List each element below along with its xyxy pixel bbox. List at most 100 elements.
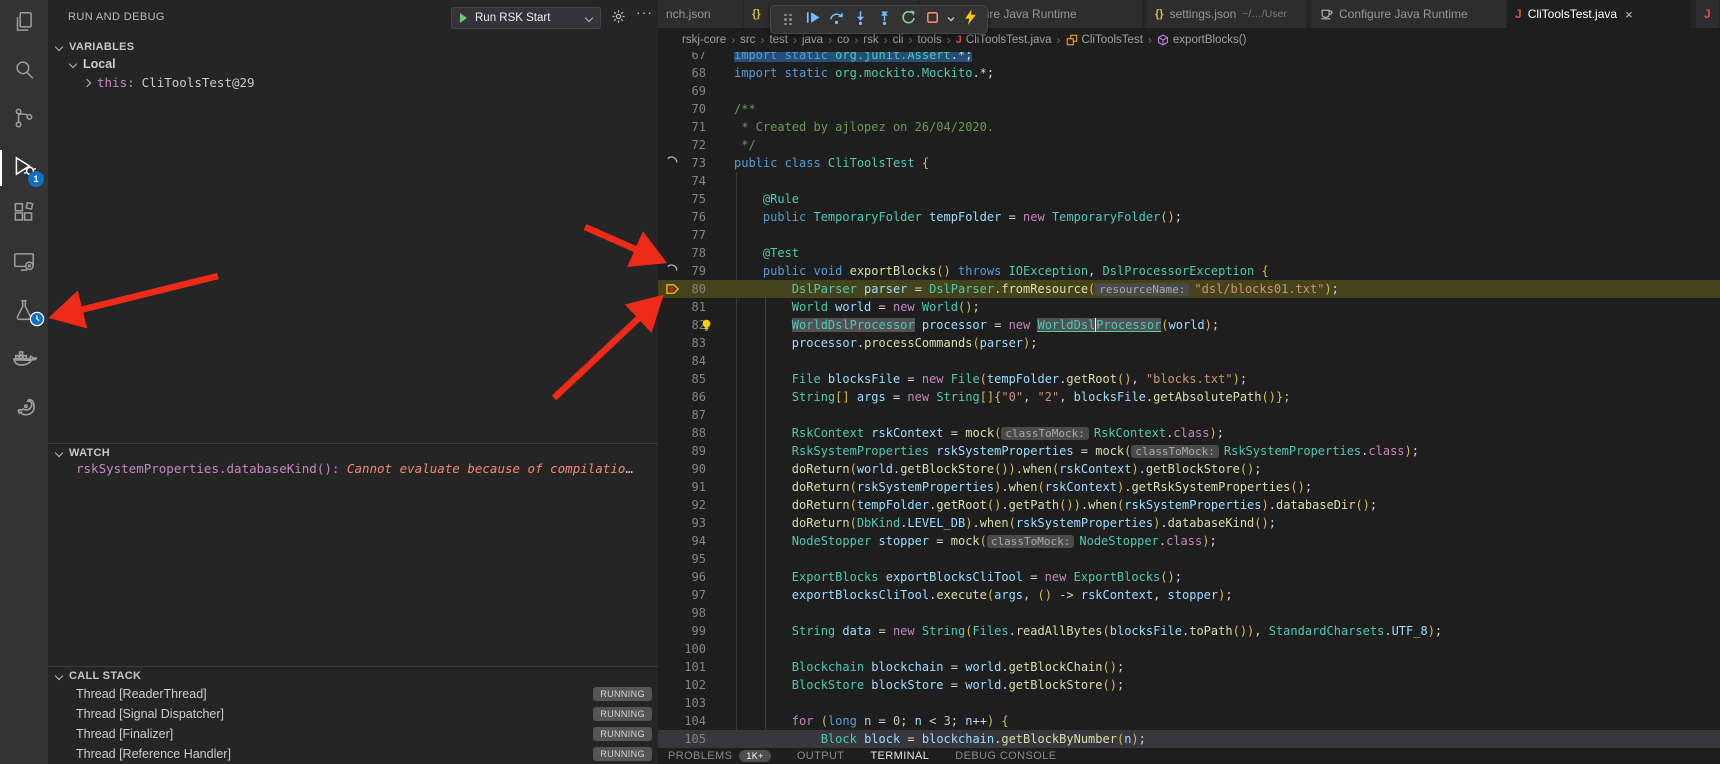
code-line-69[interactable]: 69	[658, 82, 1720, 100]
stop-dropdown-button[interactable]	[944, 8, 958, 32]
gutter-icon-cell[interactable]	[658, 82, 684, 100]
code-line-76[interactable]: 76 public TemporaryFolder tempFolder = n…	[658, 208, 1720, 226]
variables-scope-local[interactable]: Local	[70, 57, 116, 71]
gutter-icon-cell[interactable]	[658, 64, 684, 82]
call-stack-thread[interactable]: Thread [ReaderThread]RUNNING	[48, 684, 658, 704]
call-stack-section-header[interactable]: CALL STACK	[48, 667, 658, 685]
gutter-icon-cell[interactable]	[658, 52, 684, 64]
gutter-icon-cell[interactable]	[658, 694, 684, 712]
code-line-67[interactable]: 67import static org.junit.Assert.*;	[658, 52, 1720, 64]
code-line-105[interactable]: 105 Block block = blockchain.getBlockByN…	[658, 730, 1720, 748]
gutter-icon-cell[interactable]	[658, 568, 684, 586]
step-into-button[interactable]	[848, 8, 872, 32]
breadcrumb-item-clitoolstest-java[interactable]: JCliToolsTest.java	[956, 34, 1052, 46]
code-line-94[interactable]: 94 NodeStopper stopper = mock(classToMoc…	[658, 532, 1720, 550]
gutter-icon-cell[interactable]	[658, 514, 684, 532]
gutter-icon-cell[interactable]	[658, 622, 684, 640]
code-line-72[interactable]: 72 */	[658, 136, 1720, 154]
breadcrumb-item-cli[interactable]: cli	[893, 34, 904, 46]
code-line-97[interactable]: 97 exportBlocksCliTool.execute(args, () …	[658, 586, 1720, 604]
gutter-icon-cell[interactable]	[658, 730, 684, 748]
code-line-85[interactable]: 85 File blocksFile = new File(tempFolder…	[658, 370, 1720, 388]
test-running-spinner-icon[interactable]	[665, 264, 678, 282]
activity-item-explorer[interactable]	[0, 0, 48, 48]
code-line-73[interactable]: 73public class CliToolsTest {	[658, 154, 1720, 172]
breadcrumb-item-co[interactable]: co	[837, 34, 849, 46]
code-line-102[interactable]: 102 BlockStore blockStore = world.getBlo…	[658, 676, 1720, 694]
activity-item-docker[interactable]	[0, 336, 48, 384]
gutter-icon-cell[interactable]	[658, 244, 684, 262]
gutter-icon-cell[interactable]	[658, 550, 684, 568]
tab-clitoolstest-java[interactable]: JCliToolsTest.java×	[1507, 0, 1692, 28]
gutter-icon-cell[interactable]	[658, 388, 684, 406]
variable-this[interactable]: this: CliToolsTest@29	[84, 75, 255, 90]
gutter-icon-cell[interactable]	[658, 352, 684, 370]
run-config-dropdown[interactable]: Run RSK Start	[451, 7, 601, 29]
code-line-86[interactable]: 86 String[] args = new String[]{"0", "2"…	[658, 388, 1720, 406]
breadcrumb-item-tools[interactable]: tools	[917, 34, 941, 46]
code-line-78[interactable]: 78 @Test	[658, 244, 1720, 262]
close-icon[interactable]: ×	[1625, 7, 1633, 22]
continue-button[interactable]	[800, 8, 824, 32]
code-editor[interactable]: 67import static org.junit.Assert.*;68imp…	[658, 52, 1720, 748]
gutter-icon-cell[interactable]	[658, 208, 684, 226]
activity-item-remote-explorer[interactable]	[0, 240, 48, 288]
breadcrumb-item-exportblocks-[interactable]: exportBlocks()	[1157, 34, 1247, 46]
variables-section-header[interactable]: VARIABLES	[48, 38, 658, 56]
code-line-99[interactable]: 99 String data = new String(Files.readAl…	[658, 622, 1720, 640]
breadcrumb-item-rskj-core[interactable]: rskj-core	[682, 34, 726, 46]
code-line-104[interactable]: 104 for (long n = 0; n < 3; n++) {	[658, 712, 1720, 730]
gutter-icon-cell[interactable]	[658, 100, 684, 118]
gutter-icon-cell[interactable]	[658, 154, 684, 172]
panel-tab-terminal[interactable]: TERMINAL	[870, 748, 929, 762]
gutter-icon-cell[interactable]	[658, 190, 684, 208]
debug-toolbar-drag-grip[interactable]	[776, 8, 800, 32]
gutter-icon-cell[interactable]	[658, 676, 684, 694]
activity-item-extensions[interactable]	[0, 192, 48, 240]
code-line-75[interactable]: 75 @Rule	[658, 190, 1720, 208]
code-line-101[interactable]: 101 Blockchain blockchain = world.getBlo…	[658, 658, 1720, 676]
gear-icon[interactable]	[611, 9, 626, 29]
gutter-icon-cell[interactable]	[658, 172, 684, 190]
code-line-84[interactable]: 84	[658, 352, 1720, 370]
code-line-83[interactable]: 83 processor.processCommands(parser);	[658, 334, 1720, 352]
gutter-icon-cell[interactable]	[658, 406, 684, 424]
code-line-71[interactable]: 71 * Created by ajlopez on 26/04/2020.	[658, 118, 1720, 136]
call-stack-thread[interactable]: Thread [Signal Dispatcher]RUNNING	[48, 704, 658, 724]
gutter-icon-cell[interactable]	[658, 586, 684, 604]
code-line-93[interactable]: 93 doReturn(DbKind.LEVEL_DB).when(rskSys…	[658, 514, 1720, 532]
breadcrumb-item-rsk[interactable]: rsk	[863, 34, 878, 46]
tab-settings-json[interactable]: {}settings.json~/…/User	[1147, 0, 1307, 28]
breadcrumb-item-clitoolstest[interactable]: CliToolsTest	[1066, 34, 1143, 46]
activity-item-gradle[interactable]	[0, 384, 48, 432]
gutter-icon-cell[interactable]	[658, 442, 684, 460]
code-line-87[interactable]: 87	[658, 406, 1720, 424]
gutter-icon-cell[interactable]	[658, 370, 684, 388]
code-line-92[interactable]: 92 doReturn(tempFolder.getRoot().getPath…	[658, 496, 1720, 514]
code-line-103[interactable]: 103	[658, 694, 1720, 712]
more-actions-icon[interactable]: ···	[636, 4, 653, 20]
gutter-icon-cell[interactable]	[658, 532, 684, 550]
gutter-icon-cell[interactable]	[658, 226, 684, 244]
gutter-icon-cell[interactable]	[658, 496, 684, 514]
code-line-68[interactable]: 68import static org.mockito.Mockito.*;	[658, 64, 1720, 82]
gutter-icon-cell[interactable]	[658, 316, 684, 334]
panel-tab-debug-console[interactable]: DEBUG CONSOLE	[955, 748, 1056, 762]
step-out-button[interactable]	[872, 8, 896, 32]
code-line-79[interactable]: 79 public void exportBlocks() throws IOE…	[658, 262, 1720, 280]
code-line-91[interactable]: 91 doReturn(rskSystemProperties).when(rs…	[658, 478, 1720, 496]
activity-item-source-control[interactable]	[0, 96, 48, 144]
gutter-icon-cell[interactable]	[658, 118, 684, 136]
call-stack-thread[interactable]: Thread [Reference Handler]RUNNING	[48, 744, 658, 764]
gutter-icon-cell[interactable]	[658, 334, 684, 352]
gutter-icon-cell[interactable]	[658, 658, 684, 676]
watch-expression[interactable]: rskSystemProperties.databaseKind(): Cann…	[76, 461, 636, 479]
code-line-90[interactable]: 90 doReturn(world.getBlockStore()).when(…	[658, 460, 1720, 478]
gutter-icon-cell[interactable]	[658, 478, 684, 496]
breadcrumb-item-test[interactable]: test	[769, 34, 788, 46]
code-line-88[interactable]: 88 RskContext rskContext = mock(classToM…	[658, 424, 1720, 442]
code-line-74[interactable]: 74	[658, 172, 1720, 190]
call-stack-thread[interactable]: Thread [Finalizer]RUNNING	[48, 724, 658, 744]
gutter-icon-cell[interactable]	[658, 604, 684, 622]
step-over-button[interactable]	[824, 8, 848, 32]
